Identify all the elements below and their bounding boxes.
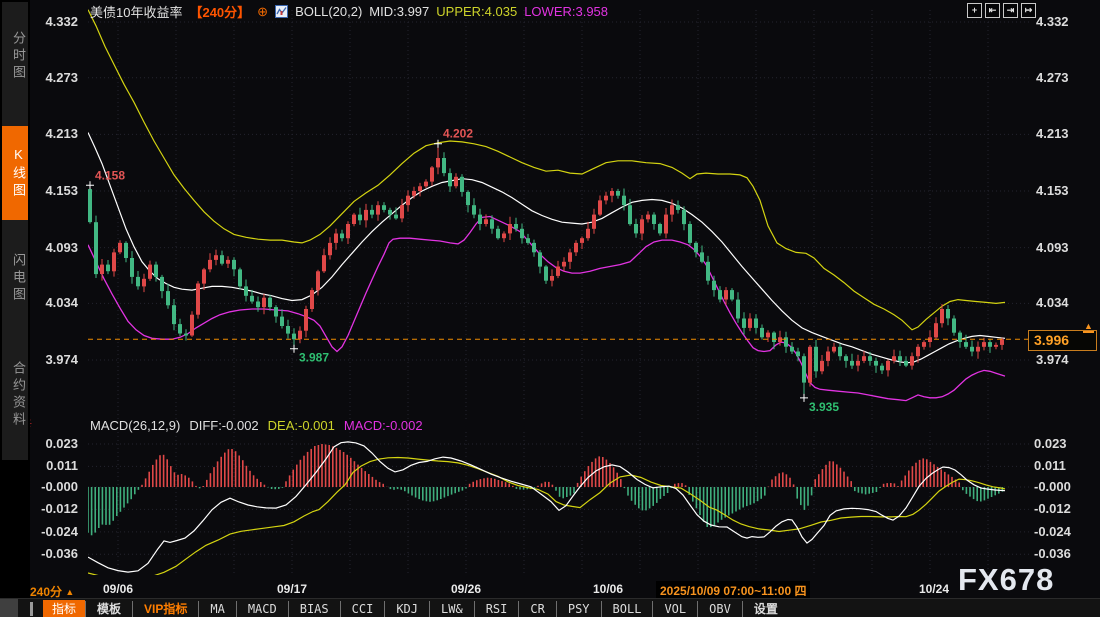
x-axis-date: 09/26 — [438, 582, 494, 596]
boll-mid: MID:3.997 — [369, 4, 429, 19]
macd-axis-right: -0.024 — [1034, 525, 1071, 539]
chart-type-sidebar: 分时图 K线图闪电图合约资料 — [0, 0, 30, 617]
period-badge[interactable]: 【240分】 — [189, 2, 250, 21]
menu-item-模板[interactable]: 模板 — [85, 601, 132, 617]
menu-item-CCI[interactable]: CCI — [340, 601, 385, 617]
crosshair-icon[interactable]: + — [967, 3, 982, 18]
macd-header: MACD(26,12,9) DIFF:-0.002 DEA:-0.001 MAC… — [90, 418, 423, 433]
menu-item-PSY[interactable]: PSY — [556, 601, 601, 617]
menu-item-VIP指标[interactable]: VIP指标 — [132, 601, 198, 617]
jump-to-latest-icon[interactable]: ▲ — [1083, 322, 1094, 333]
x-axis-date: 09/06 — [90, 582, 146, 596]
macd-axis-right: 0.023 — [1034, 437, 1067, 451]
price-axis-left: 4.213 — [26, 127, 78, 141]
price-axis-left: 4.093 — [26, 241, 78, 255]
sidebar-tab-4[interactable]: 合约资料 — [2, 334, 28, 456]
price-axis-right: 4.332 — [1036, 15, 1069, 29]
boll-upper: UPPER:4.035 — [436, 4, 517, 19]
macd-axis-right: -0.036 — [1034, 547, 1071, 561]
kline-mini-icon — [275, 5, 288, 18]
price-axis-right: 3.974 — [1036, 353, 1069, 367]
menu-item-指标[interactable]: 指标 — [43, 600, 85, 617]
indicator-toolbar: 指标模板VIP指标MAMACDBIASCCIKDJLW&RSICRPSYBOLL… — [0, 598, 1100, 617]
svg-text:4.202: 4.202 — [443, 127, 473, 141]
price-axis-left: 4.273 — [26, 71, 78, 85]
x-axis-date: 10/24 — [906, 582, 962, 596]
menu-item-LW&[interactable]: LW& — [429, 601, 474, 617]
macd-dea: DEA:-0.001 — [268, 418, 335, 433]
chart-tools: +⇤⇥↦ — [967, 3, 1036, 18]
sidebar-tab-2[interactable]: K线图 — [2, 126, 28, 220]
menu-item-设置[interactable]: 设置 — [742, 601, 789, 617]
chart-header: 美债10年收益率 【240分】 ⊕ BOLL(20,2) MID:3.997 U… — [90, 4, 608, 19]
menu-item-BIAS[interactable]: BIAS — [288, 601, 340, 617]
menu-item-MA[interactable]: MA — [198, 601, 235, 617]
triangle-up-icon: ▲ — [65, 587, 74, 597]
price-axis-right: 4.153 — [1036, 184, 1069, 198]
toolbar-grip[interactable] — [0, 599, 18, 617]
menu-item-VOL[interactable]: VOL — [652, 601, 697, 617]
add-indicator-icon[interactable]: ⊕ — [257, 4, 268, 20]
macd-axis-right: -0.012 — [1034, 502, 1071, 516]
menu-item-BOLL[interactable]: BOLL — [601, 601, 653, 617]
menu-item-OBV[interactable]: OBV — [697, 601, 742, 617]
svg-text:4.158: 4.158 — [95, 168, 125, 182]
svg-text:3.987: 3.987 — [299, 351, 329, 365]
price-axis-right: 4.034 — [1036, 296, 1069, 310]
macd-label: MACD(26,12,9) — [90, 418, 180, 433]
jump-end-icon[interactable]: ↦ — [1021, 3, 1036, 18]
current-price-tag: 3.996 — [1028, 330, 1097, 351]
boll-lower: LOWER:3.958 — [524, 4, 608, 19]
macd-diff: DIFF:-0.002 — [189, 418, 258, 433]
boll-label: BOLL(20,2) — [295, 4, 362, 19]
menu-item-MACD[interactable]: MACD — [236, 601, 288, 617]
price-axis-left: 3.974 — [26, 353, 78, 367]
toolbar-menu: 指标模板VIP指标MAMACDBIASCCIKDJLW&RSICRPSYBOLL… — [43, 600, 789, 617]
menu-item-KDJ[interactable]: KDJ — [384, 601, 429, 617]
sidebar-strip: 分时图 K线图闪电图合约资料 — [2, 2, 28, 460]
macd-value: MACD:-0.002 — [344, 418, 423, 433]
macd-axis-right: -0.000 — [1034, 480, 1071, 494]
sidebar-tab-3[interactable]: 闪电图 — [2, 230, 28, 326]
x-axis-date: 09/17 — [264, 582, 320, 596]
x-axis-date: 10/06 — [580, 582, 636, 596]
chart-canvas[interactable]: 4.158 4.202 3.987 3.935 — [0, 0, 1100, 617]
shift-left-icon[interactable]: ⇤ — [985, 3, 1000, 18]
trading-app-window: 4.158 4.202 3.987 3.935 分时图 K线图闪电图合约资料 美债10年… — [0, 0, 1100, 617]
price-axis-left: 4.153 — [26, 184, 78, 198]
svg-text:3.935: 3.935 — [809, 400, 839, 414]
price-axis-left: 4.332 — [26, 15, 78, 29]
watermark: FX678 — [958, 562, 1054, 598]
symbol-title: 美债10年收益率 — [90, 2, 182, 21]
price-axis-left: 4.034 — [26, 296, 78, 310]
macd-axis-right: 0.011 — [1034, 459, 1066, 473]
sidebar-tab-1[interactable]: 分时图 — [2, 8, 28, 104]
price-axis-right: 4.273 — [1036, 71, 1069, 85]
menu-item-RSI[interactable]: RSI — [474, 601, 519, 617]
shift-right-icon[interactable]: ⇥ — [1003, 3, 1018, 18]
price-axis-right: 4.093 — [1036, 241, 1069, 255]
toolbar-divider — [30, 602, 33, 616]
menu-item-CR[interactable]: CR — [518, 601, 555, 617]
price-axis-right: 4.213 — [1036, 127, 1069, 141]
